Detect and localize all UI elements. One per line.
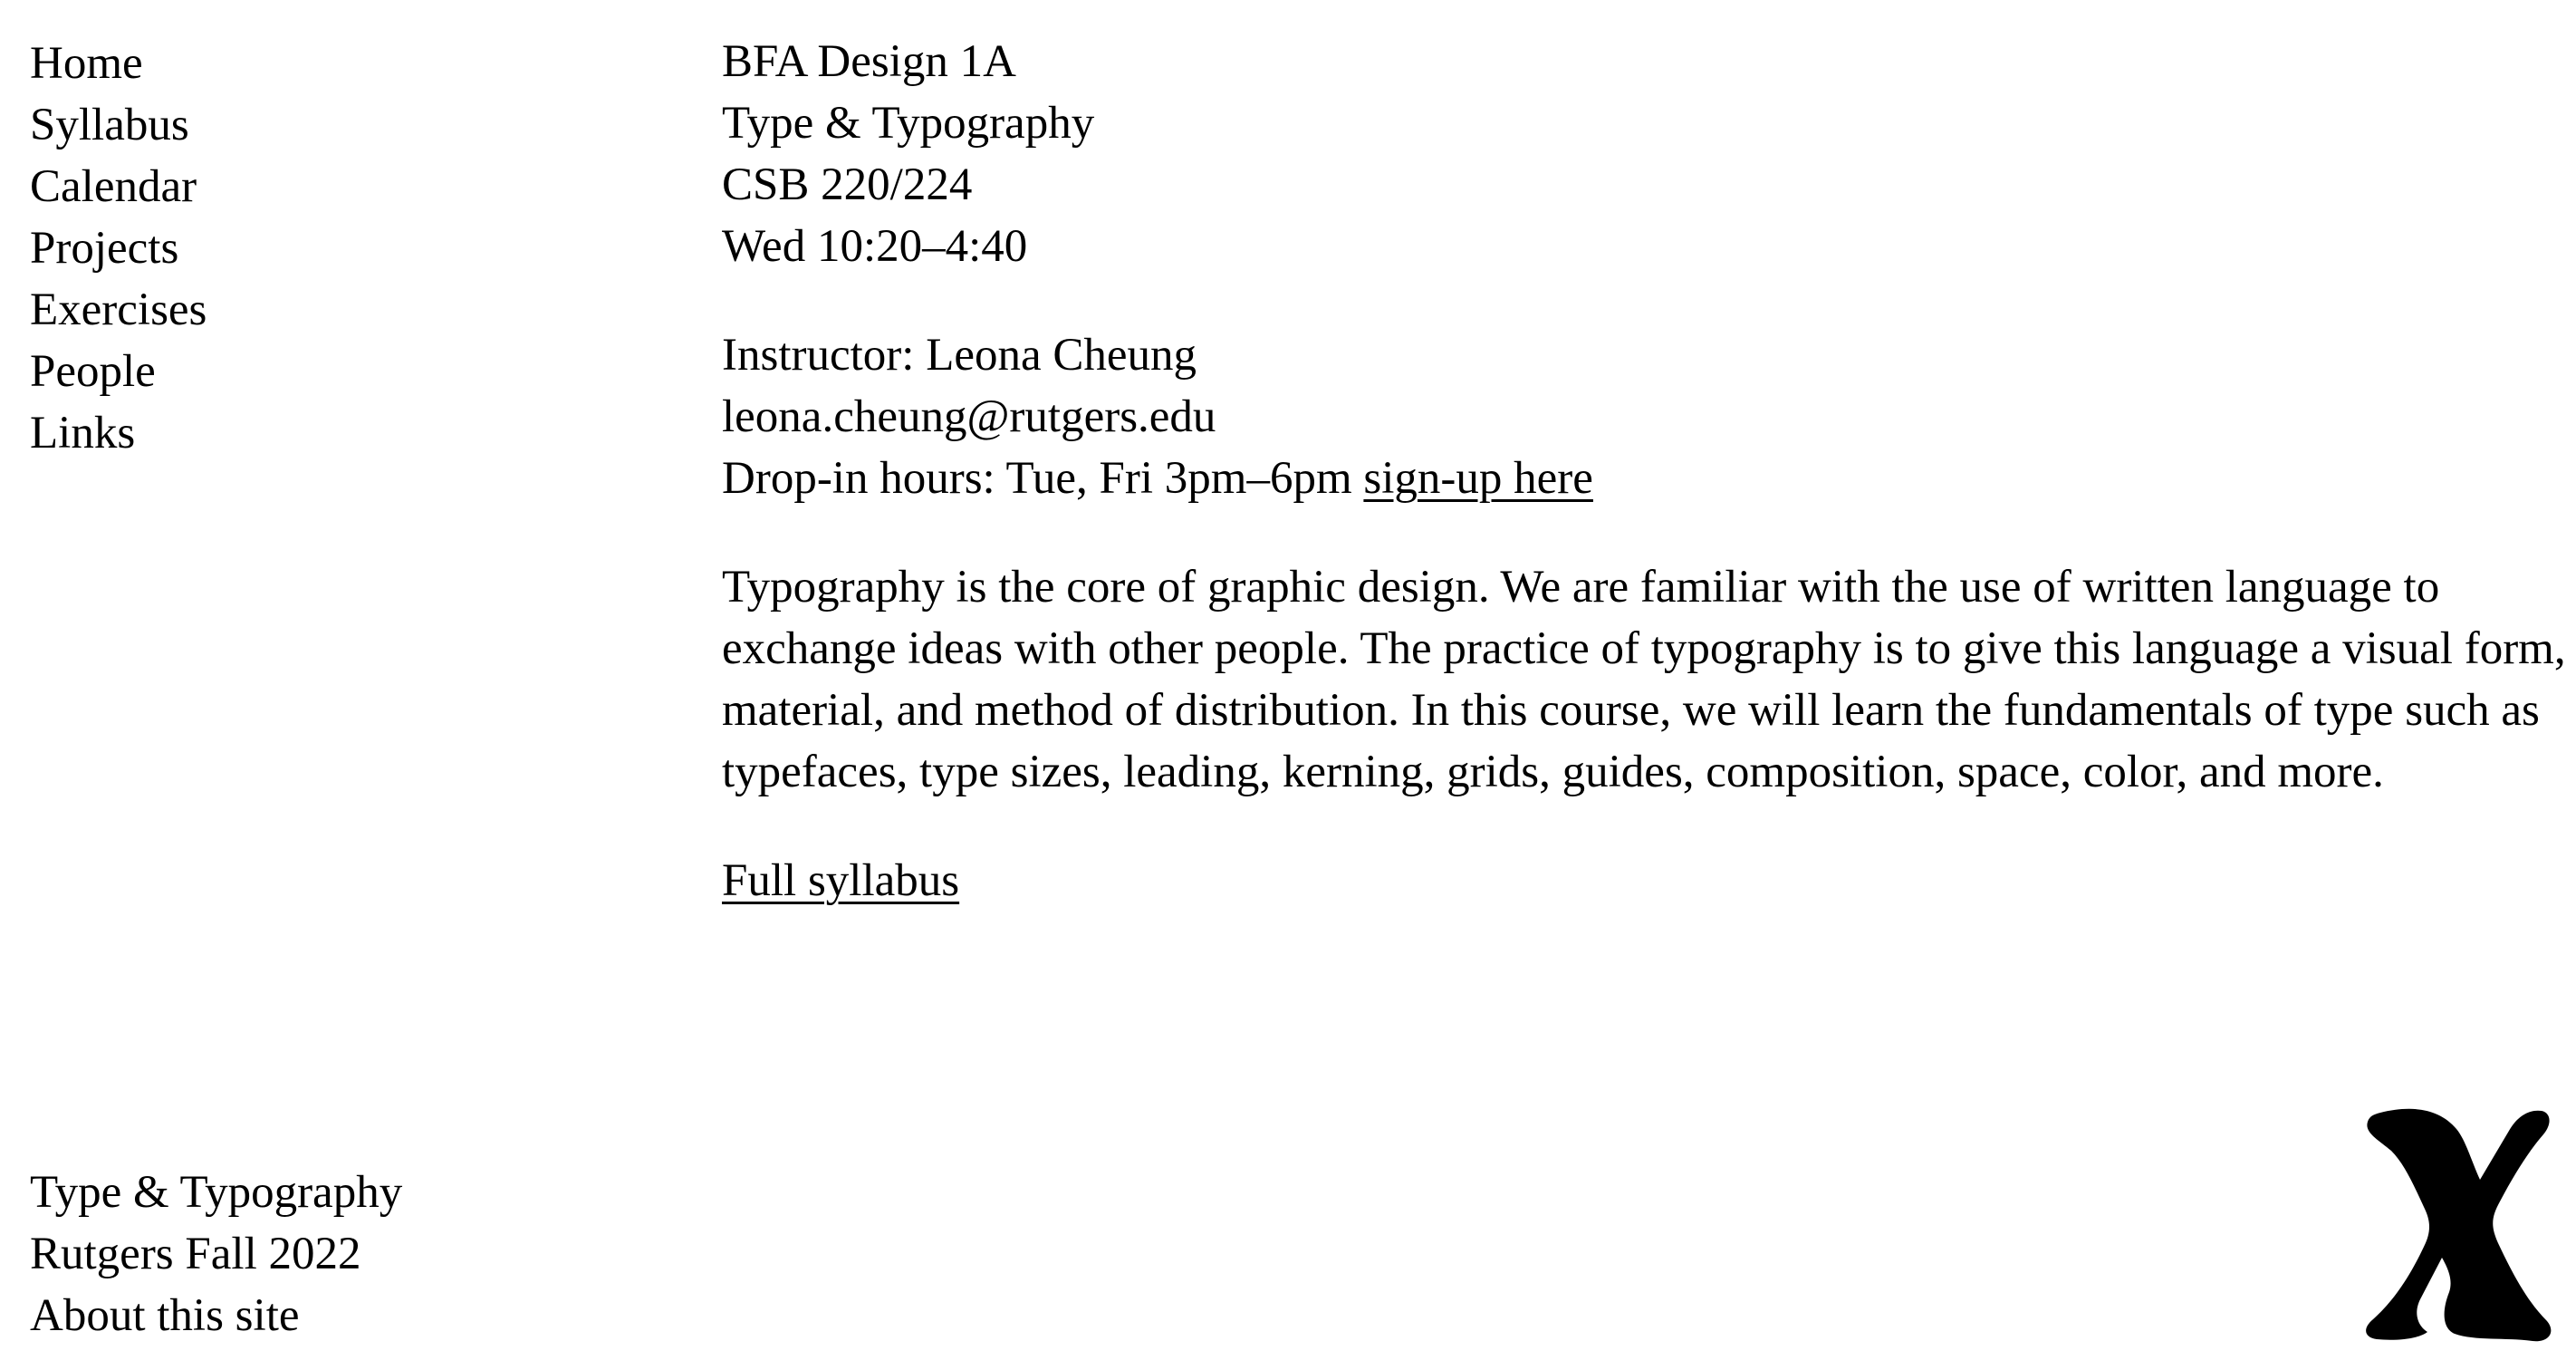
full-syllabus-row: Full syllabus (722, 850, 2570, 912)
full-syllabus-link[interactable]: Full syllabus (722, 855, 959, 906)
course-room: CSB 220/224 (722, 159, 973, 210)
instructor-info: Instructor: Leona Cheung leona.cheung@ru… (722, 324, 2570, 509)
x-logo-icon (2355, 1096, 2554, 1350)
nav-home-link[interactable]: Home (30, 33, 664, 94)
site-footer: Type & Typography Rutgers Fall 2022 Abou… (30, 1162, 755, 1346)
about-site-link[interactable]: About this site (30, 1285, 755, 1346)
course-info: BFA Design 1A Type & Typography CSB 220/… (722, 31, 2570, 277)
instructor-name: Instructor: Leona Cheung (722, 330, 1197, 381)
drop-in-hours-text: Drop-in hours: Tue, Fri 3pm–6pm (722, 453, 1352, 504)
drop-in-hours: Drop-in hours: Tue, Fri 3pm–6pm sign-up … (722, 448, 2570, 509)
main-content: BFA Design 1A Type & Typography CSB 220/… (722, 31, 2570, 912)
footer-term: Rutgers Fall 2022 (30, 1229, 361, 1279)
course-subtitle: Type & Typography (722, 98, 1095, 149)
course-time: Wed 10:20–4:40 (722, 221, 1028, 272)
primary-nav: Home Syllabus Calendar Projects Exercise… (30, 33, 664, 464)
course-title: BFA Design 1A (722, 36, 1016, 87)
nav-exercises-link[interactable]: Exercises (30, 279, 664, 341)
nav-links-link[interactable]: Links (30, 402, 664, 464)
instructor-email: leona.cheung@rutgers.edu (722, 391, 1216, 442)
nav-calendar-link[interactable]: Calendar (30, 156, 664, 217)
nav-projects-link[interactable]: Projects (30, 217, 664, 279)
course-description: Typography is the core of graphic design… (722, 562, 2566, 797)
nav-people-link[interactable]: People (30, 341, 664, 402)
signup-link[interactable]: sign-up here (1363, 453, 1593, 504)
nav-syllabus-link[interactable]: Syllabus (30, 94, 664, 156)
footer-course-name: Type & Typography (30, 1167, 403, 1218)
